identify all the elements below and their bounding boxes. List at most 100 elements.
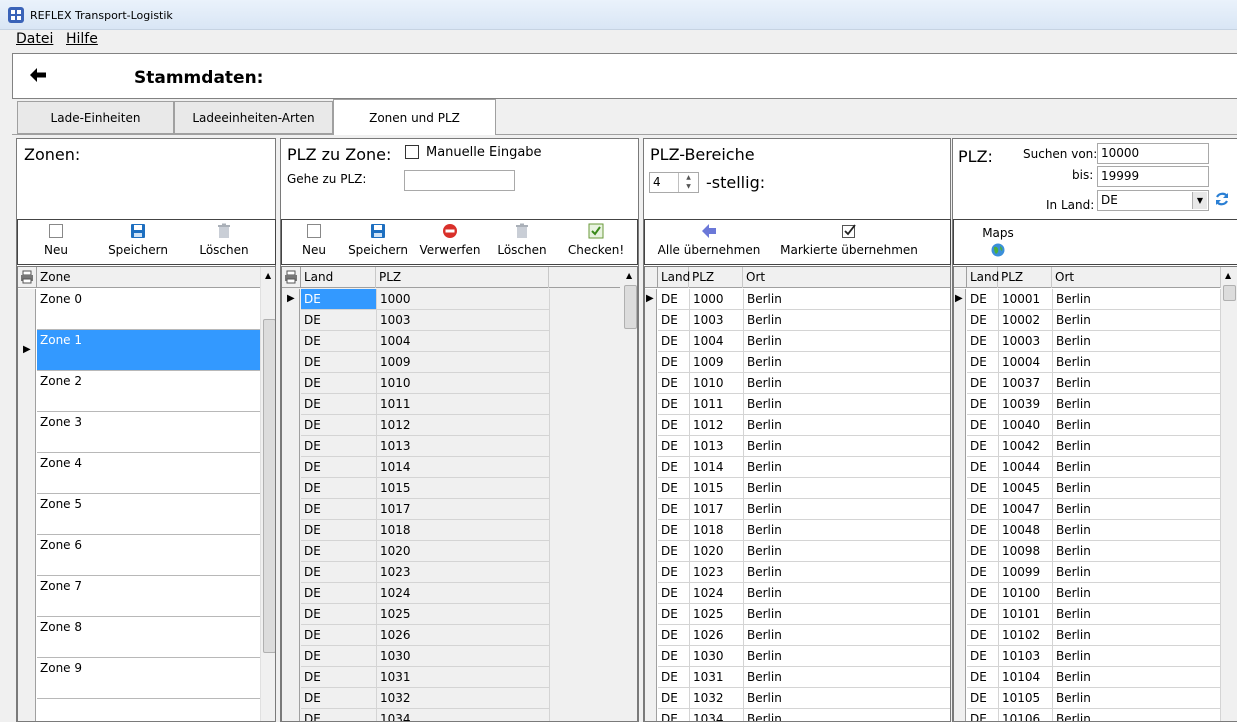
land-cell[interactable]: DE	[967, 457, 999, 478]
refresh-icon[interactable]	[1214, 191, 1230, 207]
plz-cell[interactable]: 10105	[999, 688, 1053, 709]
ort-cell[interactable]: Berlin	[744, 667, 950, 688]
ort-cell[interactable]: Berlin	[744, 457, 950, 478]
zones-column-header[interactable]: Zone	[36, 267, 261, 288]
ort-cell[interactable]: Berlin	[744, 499, 950, 520]
zone-row[interactable]: Zone 1	[37, 330, 261, 371]
plz-search-col-plz[interactable]: PLZ	[998, 267, 1052, 288]
land-cell[interactable]: DE	[301, 562, 377, 583]
plz-cell[interactable]: 1013	[690, 436, 744, 457]
land-cell[interactable]: DE	[301, 373, 377, 394]
plz-cell[interactable]: 1034	[377, 709, 550, 721]
land-cell[interactable]: DE	[658, 646, 690, 667]
plz-cell[interactable]: 10100	[999, 583, 1053, 604]
ort-cell[interactable]: Berlin	[744, 310, 950, 331]
land-cell[interactable]: DE	[967, 688, 999, 709]
land-cell[interactable]: DE	[967, 310, 999, 331]
plz-cell[interactable]: 1009	[690, 352, 744, 373]
land-cell[interactable]: DE	[301, 499, 377, 520]
plz-cell[interactable]: 1020	[377, 541, 550, 562]
ort-cell[interactable]: Berlin	[744, 352, 950, 373]
plz-cell[interactable]: 10039	[999, 394, 1053, 415]
plz-cell[interactable]: 10102	[999, 625, 1053, 646]
ort-cell[interactable]: Berlin	[1053, 373, 1221, 394]
plz-ranges-col-ort[interactable]: Ort	[743, 267, 950, 288]
ort-cell[interactable]: Berlin	[1053, 415, 1221, 436]
plz-zone-col-land[interactable]: Land	[300, 267, 376, 288]
land-cell[interactable]: DE	[658, 520, 690, 541]
zones-new-button[interactable]: Neu	[34, 223, 78, 257]
printer-icon[interactable]	[284, 270, 298, 284]
plz-cell[interactable]: 1012	[377, 415, 550, 436]
ort-cell[interactable]: Berlin	[744, 415, 950, 436]
back-button[interactable]	[29, 64, 47, 88]
plz-cell[interactable]: 10037	[999, 373, 1053, 394]
ort-cell[interactable]: Berlin	[744, 583, 950, 604]
zones-save-button[interactable]: Speichern	[104, 223, 172, 257]
land-cell[interactable]: DE	[658, 394, 690, 415]
tab-ladeeinheiten-arten[interactable]: Ladeeinheiten-Arten	[174, 101, 333, 134]
maps-button[interactable]: Maps	[976, 226, 1020, 257]
land-cell[interactable]: DE	[658, 562, 690, 583]
zone-row[interactable]: Zone 5	[37, 494, 261, 535]
ort-cell[interactable]: Berlin	[1053, 688, 1221, 709]
scroll-up-icon[interactable]: ▲	[626, 271, 632, 280]
plz-new-button[interactable]: Neu	[292, 223, 336, 257]
plz-cell[interactable]: 1018	[377, 520, 550, 541]
ort-cell[interactable]: Berlin	[1053, 499, 1221, 520]
plz-cell[interactable]: 1031	[377, 667, 550, 688]
ort-cell[interactable]: Berlin	[744, 331, 950, 352]
land-cell[interactable]: DE	[658, 709, 690, 721]
plz-cell[interactable]: 1025	[377, 604, 550, 625]
plz-cell[interactable]: 1017	[377, 499, 550, 520]
zone-row[interactable]: Zone 7	[37, 576, 261, 617]
plz-save-button[interactable]: Speichern	[345, 223, 411, 257]
plz-cell[interactable]: 10042	[999, 436, 1053, 457]
zones-delete-button[interactable]: Löschen	[196, 223, 252, 257]
plz-cell[interactable]: 10101	[999, 604, 1053, 625]
plz-cell[interactable]: 10003	[999, 331, 1053, 352]
ort-cell[interactable]: Berlin	[1053, 583, 1221, 604]
plz-cell[interactable]: 10103	[999, 646, 1053, 667]
plz-cell[interactable]: 1011	[377, 394, 550, 415]
tab-zonen-und-plz[interactable]: Zonen und PLZ	[333, 99, 496, 135]
land-cell[interactable]: DE	[301, 688, 377, 709]
ort-cell[interactable]: Berlin	[744, 520, 950, 541]
plz-cell[interactable]: 1020	[690, 541, 744, 562]
zone-row[interactable]: Zone 3	[37, 412, 261, 453]
plz-cell[interactable]: 1010	[377, 373, 550, 394]
land-cell[interactable]: DE	[301, 583, 377, 604]
plz-cell[interactable]: 10045	[999, 478, 1053, 499]
printer-icon[interactable]	[20, 270, 34, 284]
take-all-button[interactable]: Alle übernehmen	[657, 223, 761, 257]
land-cell[interactable]: DE	[301, 667, 377, 688]
plz-discard-button[interactable]: Verwerfen	[417, 223, 483, 257]
ort-cell[interactable]: Berlin	[744, 394, 950, 415]
land-cell[interactable]: DE	[658, 499, 690, 520]
land-cell[interactable]: DE	[967, 436, 999, 457]
ort-cell[interactable]: Berlin	[744, 709, 950, 721]
plz-cell[interactable]: 1018	[690, 520, 744, 541]
ort-cell[interactable]: Berlin	[1053, 394, 1221, 415]
ort-cell[interactable]: Berlin	[744, 289, 950, 310]
plz-cell[interactable]: 1014	[690, 457, 744, 478]
menu-datei[interactable]: Datei	[16, 31, 53, 47]
land-cell[interactable]: DE	[301, 646, 377, 667]
menu-hilfe[interactable]: Hilfe	[66, 31, 98, 47]
manual-entry-checkbox[interactable]	[405, 145, 419, 159]
land-cell[interactable]: DE	[658, 415, 690, 436]
ort-cell[interactable]: Berlin	[1053, 331, 1221, 352]
plz-cell[interactable]: 1030	[377, 646, 550, 667]
spinner-arrows-icon[interactable]: ▲ ▼	[678, 173, 698, 192]
zone-row[interactable]: Zone 8	[37, 617, 261, 658]
land-cell[interactable]: DE	[301, 310, 377, 331]
plz-cell[interactable]: 1032	[690, 688, 744, 709]
land-cell[interactable]: DE	[967, 394, 999, 415]
plz-cell[interactable]: 10004	[999, 352, 1053, 373]
plz-cell[interactable]: 10001	[999, 289, 1053, 310]
land-cell[interactable]: DE	[967, 583, 999, 604]
zone-row[interactable]: Zone 9	[37, 658, 261, 699]
land-cell[interactable]: DE	[967, 352, 999, 373]
plz-cell[interactable]: 1032	[377, 688, 550, 709]
land-cell[interactable]: DE	[967, 373, 999, 394]
